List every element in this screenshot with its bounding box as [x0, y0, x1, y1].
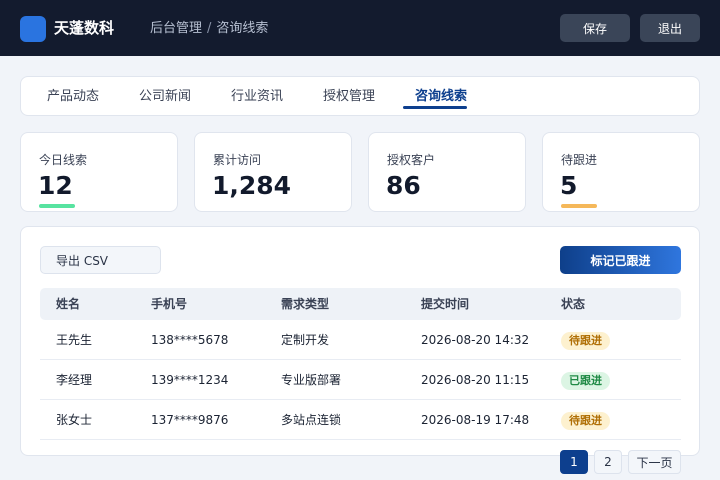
cell-phone: 137****9876 — [151, 413, 229, 427]
stat-value: 1,284 — [212, 171, 292, 200]
status-badge: 待跟进 — [561, 332, 610, 350]
stat-card-today-leads: 今日线索 12 — [20, 132, 178, 212]
page-1-button[interactable]: 1 — [560, 450, 588, 474]
cell-phone: 138****5678 — [151, 333, 229, 347]
column-header-type[interactable]: 需求类型 — [281, 297, 329, 311]
stat-card-pending-followup: 待跟进 5 — [542, 132, 700, 212]
stat-accent-bar — [561, 204, 597, 208]
stat-card-licensed-clients: 授权客户 86 — [368, 132, 526, 212]
stat-label: 待跟进 — [561, 153, 598, 167]
column-header-time[interactable]: 提交时间 — [421, 297, 469, 311]
brand-name: 天蓬数科 — [54, 19, 115, 37]
cell-time: 2026-08-19 17:48 — [421, 413, 530, 427]
breadcrumb-item-admin[interactable]: 后台管理 — [150, 21, 202, 36]
stat-card-total-visits: 累计访问 1,284 — [194, 132, 352, 212]
breadcrumb-separator: / — [207, 21, 212, 36]
tab-inquiry-leads[interactable]: 咨询线索 — [415, 88, 467, 106]
leads-panel: 导出 CSV 标记已跟进 姓名 手机号 需求类型 提交时间 状态 王先生 138… — [20, 226, 700, 456]
cell-time: 2026-08-20 11:15 — [421, 373, 530, 387]
cell-name: 张女士 — [56, 413, 93, 427]
export-csv-button[interactable]: 导出 CSV — [40, 246, 161, 274]
logo-icon — [20, 16, 46, 42]
cell-type: 多站点连锁 — [281, 413, 342, 427]
cell-type: 专业版部署 — [281, 373, 342, 387]
column-header-name[interactable]: 姓名 — [56, 297, 80, 311]
table-row[interactable]: 李经理 139****1234 专业版部署 2026-08-20 11:15 已… — [40, 360, 681, 400]
stat-value: 86 — [386, 171, 421, 200]
logout-button[interactable]: 退出 — [640, 14, 700, 42]
stat-label: 今日线索 — [39, 153, 88, 167]
save-button[interactable]: 保存 — [560, 14, 630, 42]
column-header-status[interactable]: 状态 — [561, 297, 585, 311]
tab-industry-news[interactable]: 行业资讯 — [231, 88, 283, 106]
cell-time: 2026-08-20 14:32 — [421, 333, 530, 347]
stat-value: 12 — [38, 171, 73, 200]
column-header-phone[interactable]: 手机号 — [151, 297, 187, 311]
top-bar: 天蓬数科 后台管理 / 咨询线索 保存 退出 — [0, 0, 720, 56]
table-row[interactable]: 王先生 138****5678 定制开发 2026-08-20 14:32 待跟… — [40, 320, 681, 360]
stat-label: 授权客户 — [387, 153, 436, 167]
breadcrumb: 后台管理 / 咨询线索 — [150, 20, 268, 38]
stat-accent-bar — [39, 204, 75, 208]
status-badge: 已跟进 — [561, 372, 610, 390]
stat-label: 累计访问 — [213, 153, 262, 167]
tab-license-management[interactable]: 授权管理 — [323, 88, 375, 106]
tab-company-news[interactable]: 公司新闻 — [139, 88, 191, 106]
status-badge: 待跟进 — [561, 412, 610, 430]
next-page-button[interactable]: 下一页 — [628, 450, 681, 474]
table-row[interactable]: 张女士 137****9876 多站点连锁 2026-08-19 17:48 待… — [40, 400, 681, 440]
tab-bar: 产品动态 公司新闻 行业资讯 授权管理 咨询线索 — [20, 76, 700, 116]
stat-value: 5 — [560, 171, 578, 200]
cell-type: 定制开发 — [281, 333, 330, 347]
cell-name: 李经理 — [56, 373, 93, 387]
table-header: 姓名 手机号 需求类型 提交时间 状态 — [40, 288, 681, 320]
mark-followed-button[interactable]: 标记已跟进 — [560, 246, 681, 274]
active-tab-indicator — [403, 106, 467, 109]
tab-product-news[interactable]: 产品动态 — [47, 88, 99, 106]
page-2-button[interactable]: 2 — [594, 450, 622, 474]
cell-phone: 139****1234 — [151, 373, 229, 387]
breadcrumb-item-current: 咨询线索 — [216, 21, 269, 36]
cell-name: 王先生 — [56, 333, 93, 347]
